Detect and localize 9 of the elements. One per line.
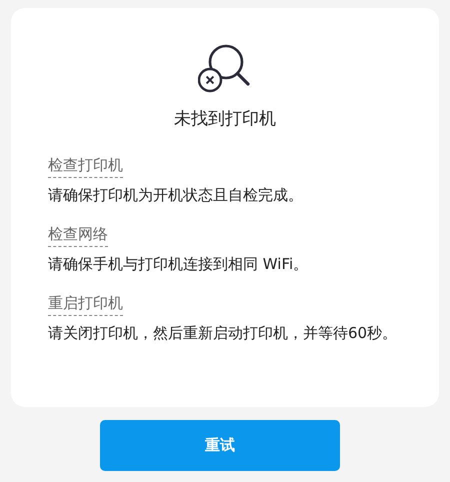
check-description: 请关闭打印机，然后重新启动打印机，并等待60秒。 [48,323,398,343]
check-heading: 重启打印机 [48,293,123,316]
check-description: 请确保手机与打印机连接到相同 WiFi。 [48,254,310,274]
retry-button[interactable]: 重试 [100,420,340,471]
check-heading: 检查网络 [48,224,108,247]
search-printer-not-found-icon [198,42,252,94]
check-description: 请确保打印机为开机状态且自检完成。 [48,185,304,205]
dialog-title: 未找到打印机 [174,108,276,130]
check-heading: 检查打印机 [48,155,123,178]
